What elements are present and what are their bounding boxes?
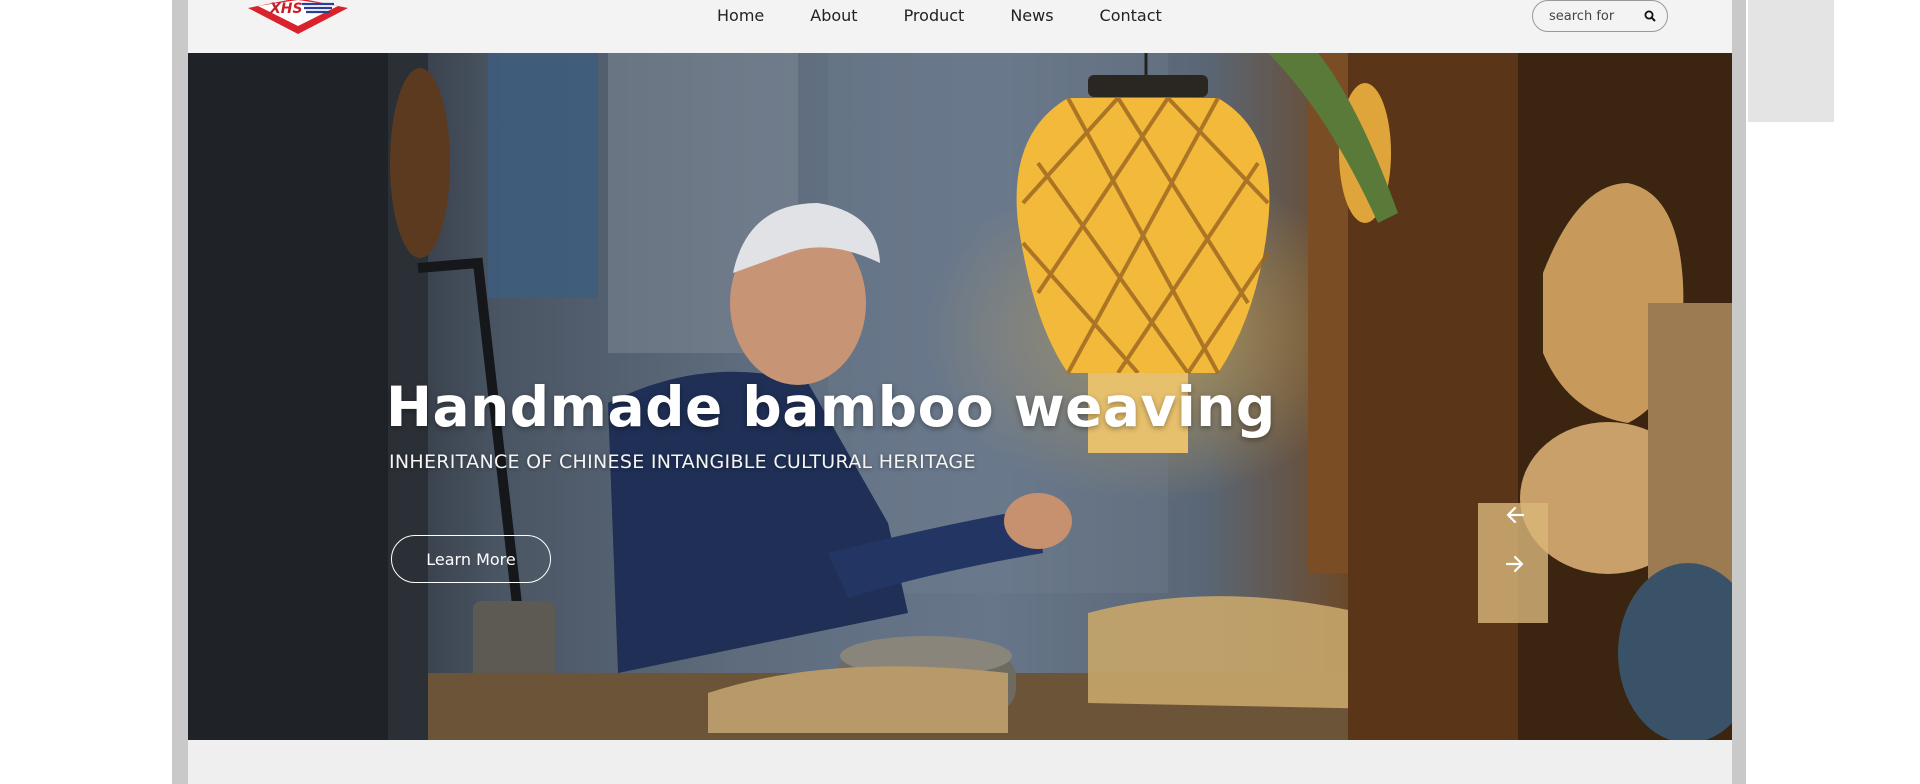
xhs-logo-icon: XHS xyxy=(248,0,348,34)
hero-banner: Handmade bamboo weaving INHERITANCE OF C… xyxy=(188,53,1732,740)
learn-more-button[interactable]: Learn More xyxy=(391,535,551,583)
content-section-start xyxy=(188,740,1732,784)
hero-title: Handmade bamboo weaving xyxy=(386,375,1276,439)
search-icon xyxy=(1644,10,1656,22)
site-header: XHS Home About Product News Contact xyxy=(188,0,1732,53)
search-button[interactable] xyxy=(1639,5,1661,27)
svg-text:XHS: XHS xyxy=(269,1,303,17)
search-box xyxy=(1532,0,1668,32)
main-nav: Home About Product News Contact xyxy=(717,0,1162,32)
nav-about[interactable]: About xyxy=(810,0,857,32)
arrow-right-icon xyxy=(1505,555,1524,573)
site-logo[interactable]: XHS xyxy=(244,0,352,38)
search-input[interactable] xyxy=(1549,8,1633,24)
side-panel-edge xyxy=(1748,0,1834,122)
slider-next-button[interactable] xyxy=(1501,550,1529,578)
arrow-left-icon xyxy=(1506,506,1525,524)
slider-prev-button[interactable] xyxy=(1501,501,1529,529)
nav-contact[interactable]: Contact xyxy=(1100,0,1162,32)
hero-subtitle: INHERITANCE OF CHINESE INTANGIBLE CULTUR… xyxy=(389,451,976,473)
nav-product[interactable]: Product xyxy=(904,0,965,32)
nav-home[interactable]: Home xyxy=(717,0,764,32)
nav-news[interactable]: News xyxy=(1010,0,1053,32)
